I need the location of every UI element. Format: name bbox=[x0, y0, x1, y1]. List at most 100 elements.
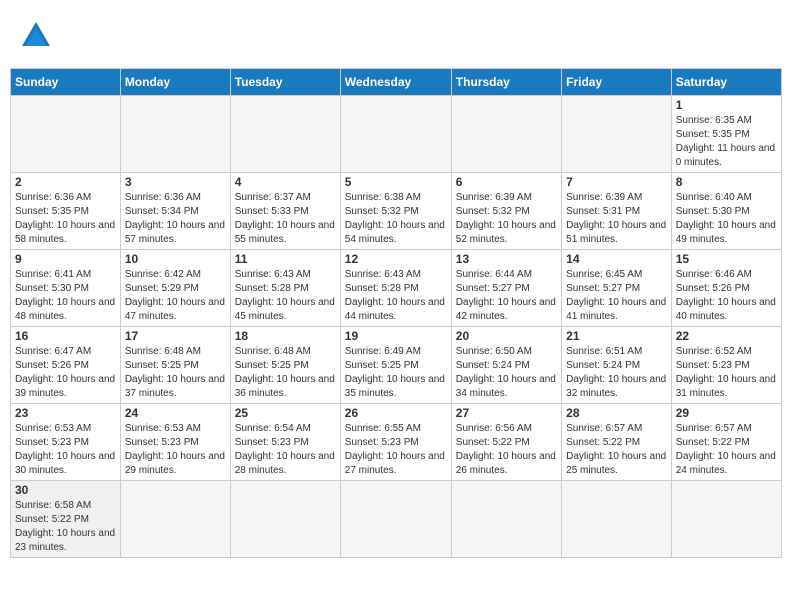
day-info: Sunrise: 6:56 AM Sunset: 5:22 PM Dayligh… bbox=[456, 422, 557, 478]
day-number: 1 bbox=[676, 98, 777, 112]
calendar-cell: 4 Sunrise: 6:37 AM Sunset: 5:33 PM Daylig… bbox=[230, 173, 340, 250]
day-number: 9 bbox=[15, 252, 116, 266]
day-info: Sunrise: 6:47 AM Sunset: 5:26 PM Dayligh… bbox=[15, 345, 116, 401]
day-info: Sunrise: 6:48 AM Sunset: 5:25 PM Dayligh… bbox=[125, 345, 226, 401]
calendar-cell: 15 Sunrise: 6:46 AM Sunset: 5:26 PM Dayli… bbox=[671, 250, 781, 327]
calendar-cell bbox=[451, 96, 561, 173]
day-number: 26 bbox=[345, 406, 447, 420]
calendar-cell: 13 Sunrise: 6:44 AM Sunset: 5:27 PM Dayli… bbox=[451, 250, 561, 327]
day-info: Sunrise: 6:57 AM Sunset: 5:22 PM Dayligh… bbox=[566, 422, 667, 478]
calendar-cell: 20Sunrise: 6:50 AM Sunset: 5:24 PM Dayli… bbox=[451, 327, 561, 404]
calendar-cell: 24 Sunrise: 6:53 AM Sunset: 5:23 PM Dayli… bbox=[120, 404, 230, 481]
calendar-cell: 28Sunrise: 6:57 AM Sunset: 5:22 PM Dayli… bbox=[562, 404, 672, 481]
calendar-cell: 18Sunrise: 6:48 AM Sunset: 5:25 PM Dayli… bbox=[230, 327, 340, 404]
calendar-cell: 3 Sunrise: 6:36 AM Sunset: 5:34 PM Daylig… bbox=[120, 173, 230, 250]
calendar-cell: 30 Sunrise: 6:58 AM Sunset: 5:22 PM Dayli… bbox=[11, 481, 121, 558]
calendar-cell bbox=[230, 481, 340, 558]
day-number: 4 bbox=[235, 175, 336, 189]
calendar-cell: 23Sunrise: 6:53 AM Sunset: 5:23 PM Dayli… bbox=[11, 404, 121, 481]
calendar-cell bbox=[451, 481, 561, 558]
calendar-cell: 9 Sunrise: 6:41 AM Sunset: 5:30 PM Daylig… bbox=[11, 250, 121, 327]
calendar-cell: 25Sunrise: 6:54 AM Sunset: 5:23 PM Dayli… bbox=[230, 404, 340, 481]
calendar-cell bbox=[340, 96, 451, 173]
day-number: 30 bbox=[15, 483, 116, 497]
day-info: Sunrise: 6:38 AM Sunset: 5:32 PM Dayligh… bbox=[345, 191, 447, 247]
day-number: 24 bbox=[125, 406, 226, 420]
day-number: 21 bbox=[566, 329, 667, 343]
day-info: Sunrise: 6:42 AM Sunset: 5:29 PM Dayligh… bbox=[125, 268, 226, 324]
day-number: 2 bbox=[15, 175, 116, 189]
calendar-cell: 16 Sunrise: 6:47 AM Sunset: 5:26 PM Dayli… bbox=[11, 327, 121, 404]
day-info: Sunrise: 6:43 AM Sunset: 5:28 PM Dayligh… bbox=[345, 268, 447, 324]
day-info: Sunrise: 6:55 AM Sunset: 5:23 PM Dayligh… bbox=[345, 422, 447, 478]
day-number: 25 bbox=[235, 406, 336, 420]
calendar-cell: 26 Sunrise: 6:55 AM Sunset: 5:23 PM Dayli… bbox=[340, 404, 451, 481]
day-info: Sunrise: 6:51 AM Sunset: 5:24 PM Dayligh… bbox=[566, 345, 667, 401]
day-number: 10 bbox=[125, 252, 226, 266]
weekday-header-tuesday: Tuesday bbox=[230, 69, 340, 96]
week-row-3: 9 Sunrise: 6:41 AM Sunset: 5:30 PM Daylig… bbox=[11, 250, 782, 327]
day-info: Sunrise: 6:46 AM Sunset: 5:26 PM Dayligh… bbox=[676, 268, 777, 324]
page-header bbox=[10, 10, 782, 62]
calendar-cell bbox=[120, 96, 230, 173]
calendar-cell bbox=[671, 481, 781, 558]
day-number: 18 bbox=[235, 329, 336, 343]
calendar-cell: 27 Sunrise: 6:56 AM Sunset: 5:22 PM Dayli… bbox=[451, 404, 561, 481]
day-info: Sunrise: 6:53 AM Sunset: 5:23 PM Dayligh… bbox=[125, 422, 226, 478]
day-info: Sunrise: 6:45 AM Sunset: 5:27 PM Dayligh… bbox=[566, 268, 667, 324]
logo bbox=[14, 18, 54, 54]
day-number: 15 bbox=[676, 252, 777, 266]
day-number: 16 bbox=[15, 329, 116, 343]
calendar-cell: 29 Sunrise: 6:57 AM Sunset: 5:22 PM Dayli… bbox=[671, 404, 781, 481]
calendar-cell: 5 Sunrise: 6:38 AM Sunset: 5:32 PM Daylig… bbox=[340, 173, 451, 250]
logo-icon bbox=[18, 18, 54, 54]
day-info: Sunrise: 6:44 AM Sunset: 5:27 PM Dayligh… bbox=[456, 268, 557, 324]
calendar-cell: 10 Sunrise: 6:42 AM Sunset: 5:29 PM Dayli… bbox=[120, 250, 230, 327]
calendar-cell bbox=[11, 96, 121, 173]
week-row-6: 30 Sunrise: 6:58 AM Sunset: 5:22 PM Dayli… bbox=[11, 481, 782, 558]
week-row-4: 16 Sunrise: 6:47 AM Sunset: 5:26 PM Dayli… bbox=[11, 327, 782, 404]
day-number: 3 bbox=[125, 175, 226, 189]
day-info: Sunrise: 6:40 AM Sunset: 5:30 PM Dayligh… bbox=[676, 191, 777, 247]
day-info: Sunrise: 6:58 AM Sunset: 5:22 PM Dayligh… bbox=[15, 499, 116, 555]
calendar-cell: 22Sunrise: 6:52 AM Sunset: 5:23 PM Dayli… bbox=[671, 327, 781, 404]
weekday-header-sunday: Sunday bbox=[11, 69, 121, 96]
week-row-5: 23Sunrise: 6:53 AM Sunset: 5:23 PM Dayli… bbox=[11, 404, 782, 481]
day-number: 22 bbox=[676, 329, 777, 343]
day-number: 19 bbox=[345, 329, 447, 343]
day-number: 11 bbox=[235, 252, 336, 266]
day-number: 14 bbox=[566, 252, 667, 266]
day-number: 8 bbox=[676, 175, 777, 189]
weekday-header-wednesday: Wednesday bbox=[340, 69, 451, 96]
weekday-header-monday: Monday bbox=[120, 69, 230, 96]
day-number: 7 bbox=[566, 175, 667, 189]
day-number: 20 bbox=[456, 329, 557, 343]
day-number: 27 bbox=[456, 406, 557, 420]
calendar-cell: 7 Sunrise: 6:39 AM Sunset: 5:31 PM Daylig… bbox=[562, 173, 672, 250]
day-info: Sunrise: 6:39 AM Sunset: 5:32 PM Dayligh… bbox=[456, 191, 557, 247]
day-info: Sunrise: 6:49 AM Sunset: 5:25 PM Dayligh… bbox=[345, 345, 447, 401]
calendar-cell: 1Sunrise: 6:35 AM Sunset: 5:35 PM Daylig… bbox=[671, 96, 781, 173]
weekday-header-friday: Friday bbox=[562, 69, 672, 96]
weekday-header-thursday: Thursday bbox=[451, 69, 561, 96]
day-info: Sunrise: 6:57 AM Sunset: 5:22 PM Dayligh… bbox=[676, 422, 777, 478]
calendar-cell bbox=[562, 96, 672, 173]
day-number: 6 bbox=[456, 175, 557, 189]
day-number: 29 bbox=[676, 406, 777, 420]
day-info: Sunrise: 6:37 AM Sunset: 5:33 PM Dayligh… bbox=[235, 191, 336, 247]
calendar: SundayMondayTuesdayWednesdayThursdayFrid… bbox=[10, 68, 782, 558]
day-info: Sunrise: 6:53 AM Sunset: 5:23 PM Dayligh… bbox=[15, 422, 116, 478]
week-row-1: 1Sunrise: 6:35 AM Sunset: 5:35 PM Daylig… bbox=[11, 96, 782, 173]
day-number: 13 bbox=[456, 252, 557, 266]
calendar-cell bbox=[230, 96, 340, 173]
calendar-cell: 17Sunrise: 6:48 AM Sunset: 5:25 PM Dayli… bbox=[120, 327, 230, 404]
weekday-header-saturday: Saturday bbox=[671, 69, 781, 96]
day-info: Sunrise: 6:41 AM Sunset: 5:30 PM Dayligh… bbox=[15, 268, 116, 324]
calendar-cell: 6 Sunrise: 6:39 AM Sunset: 5:32 PM Daylig… bbox=[451, 173, 561, 250]
day-info: Sunrise: 6:39 AM Sunset: 5:31 PM Dayligh… bbox=[566, 191, 667, 247]
week-row-2: 2Sunrise: 6:36 AM Sunset: 5:35 PM Daylig… bbox=[11, 173, 782, 250]
calendar-cell bbox=[340, 481, 451, 558]
day-info: Sunrise: 6:36 AM Sunset: 5:34 PM Dayligh… bbox=[125, 191, 226, 247]
day-number: 5 bbox=[345, 175, 447, 189]
calendar-cell: 14 Sunrise: 6:45 AM Sunset: 5:27 PM Dayli… bbox=[562, 250, 672, 327]
